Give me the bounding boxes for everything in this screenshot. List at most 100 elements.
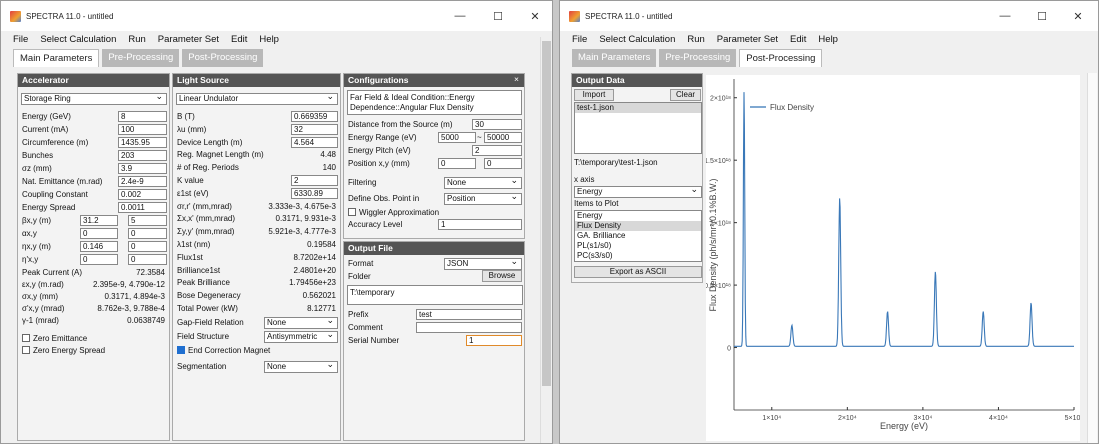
close-icon[interactable]: ✕ <box>1062 1 1094 31</box>
flux-density-chart[interactable]: Flux Density 1×10⁴2×10⁴3×10⁴4×10⁴5×10⁴00… <box>706 75 1080 441</box>
x-axis-select[interactable]: Energy <box>574 184 702 198</box>
menu-edit[interactable]: Edit <box>790 34 806 45</box>
export-ascii-button[interactable]: Export as ASCII <box>574 266 702 278</box>
beta-x-input[interactable]: 31.2 <box>80 215 118 226</box>
light-source-param-input[interactable]: 4.564 <box>291 136 338 148</box>
bunches-label: Bunches <box>22 151 54 160</box>
end-correction-checkbox[interactable] <box>177 346 185 354</box>
gap-field-select[interactable]: None <box>264 315 338 329</box>
etap-y-input[interactable]: 0 <box>128 254 167 265</box>
main-scrollbar[interactable] <box>540 37 552 443</box>
light-source-param-input[interactable]: 6330.89 <box>291 187 338 199</box>
bunches-input[interactable]: 203 <box>118 150 167 161</box>
wiggler-checkbox[interactable] <box>348 208 356 216</box>
menu-edit[interactable]: Edit <box>231 34 247 45</box>
list-item[interactable]: Flux Density <box>575 221 701 231</box>
circumference-input[interactable]: 1435.95 <box>118 137 167 148</box>
eta-x-input[interactable]: 0.146 <box>80 241 118 252</box>
clear-button[interactable]: Clear <box>670 89 701 101</box>
tab-pre-processing[interactable]: Pre-Processing <box>659 49 737 67</box>
energy-pitch-input[interactable]: 2 <box>472 145 522 156</box>
menu-parameter-set[interactable]: Parameter Set <box>158 34 219 45</box>
light-source-param-label: Flux1st <box>177 252 203 262</box>
window-title: SPECTRA 11.0 - untitled <box>585 11 673 21</box>
obs-point-select[interactable]: Position <box>444 191 522 205</box>
menu-run[interactable]: Run <box>687 34 704 45</box>
emittance-input[interactable]: 2.4e-9 <box>118 176 167 187</box>
position-x-input[interactable]: 0 <box>438 158 476 169</box>
list-item[interactable]: PL(s1/s0) <box>575 241 701 251</box>
sigpxy-value: 8.762e-3, 9.788e-4 <box>97 304 165 313</box>
alpha-y-input[interactable]: 0 <box>128 228 167 239</box>
plot-area[interactable]: Flux Density 1×10⁴2×10⁴3×10⁴4×10⁴5×10⁴00… <box>706 75 1080 441</box>
post-scrollbar[interactable] <box>1087 73 1097 443</box>
y-tick-label: 2×10¹⁸ <box>710 96 731 103</box>
close-icon[interactable]: × <box>514 74 519 84</box>
accelerator-type-select[interactable]: Storage Ring <box>21 91 167 105</box>
sigxy-value: 0.3171, 4.894e-3 <box>104 292 166 301</box>
close-icon[interactable]: ✕ <box>519 1 551 31</box>
x-axis-label: Energy (eV) <box>880 421 928 431</box>
tab-main-parameters[interactable]: Main Parameters <box>13 49 100 67</box>
energy-min-input[interactable]: 5000 <box>438 132 476 143</box>
sigpxy-label: σ'x,y (mrad) <box>22 304 65 313</box>
tab-pre-processing[interactable]: Pre-Processing <box>102 49 180 67</box>
field-structure-select[interactable]: Antisymmetric <box>264 329 338 343</box>
prefix-input[interactable]: test <box>416 309 522 320</box>
menu-parameter-set[interactable]: Parameter Set <box>717 34 778 45</box>
menu-help[interactable]: Help <box>818 34 838 45</box>
import-button[interactable]: Import <box>574 89 614 101</box>
energy-range-label: Energy Range (eV) <box>348 133 417 142</box>
serial-number-input[interactable]: 1 <box>466 335 522 346</box>
legend-label: Flux Density <box>770 103 814 112</box>
minimize-icon[interactable]: — <box>444 1 476 31</box>
menu-select-calculation[interactable]: Select Calculation <box>40 34 116 45</box>
etap-x-input[interactable]: 0 <box>80 254 118 265</box>
segmentation-select[interactable]: None <box>264 359 338 373</box>
scroll-thumb[interactable] <box>542 41 551 386</box>
sigz-label: σz (mm) <box>22 164 52 173</box>
tab-post-processing[interactable]: Post-Processing <box>739 49 823 67</box>
menu-file[interactable]: File <box>13 34 28 45</box>
eta-y-input[interactable]: 0 <box>128 241 167 252</box>
items-list[interactable]: Energy Flux Density GA. Brilliance PL(s1… <box>574 210 702 262</box>
comment-input[interactable] <box>416 322 522 333</box>
browse-button[interactable]: Browse <box>482 270 522 282</box>
beta-y-input[interactable]: 5 <box>128 215 167 226</box>
maximize-icon[interactable]: ☐ <box>1026 1 1058 31</box>
menu-run[interactable]: Run <box>128 34 145 45</box>
format-select[interactable]: JSON <box>444 256 522 270</box>
menu-file[interactable]: File <box>572 34 587 45</box>
light-source-param-input[interactable]: 32 <box>291 123 338 135</box>
file-list[interactable]: test-1.json <box>574 102 702 154</box>
alpha-x-input[interactable]: 0 <box>80 228 118 239</box>
current-input[interactable]: 100 <box>118 124 167 135</box>
sigz-input[interactable]: 3.9 <box>118 163 167 174</box>
energy-input[interactable]: 8 <box>118 111 167 122</box>
folder-input[interactable]: T:\temporary <box>347 285 523 305</box>
list-item[interactable]: test-1.json <box>575 103 701 113</box>
menu-select-calculation[interactable]: Select Calculation <box>599 34 675 45</box>
list-item[interactable]: PC(s3/s0) <box>575 251 701 261</box>
menu-help[interactable]: Help <box>259 34 279 45</box>
filtering-select[interactable]: None <box>444 175 522 189</box>
tab-main-parameters[interactable]: Main Parameters <box>572 49 657 67</box>
accelerator-panel: Accelerator Storage Ring Energy (GeV) 8 C… <box>17 73 170 441</box>
accuracy-input[interactable]: 1 <box>438 219 522 230</box>
list-item[interactable]: Energy <box>575 211 701 221</box>
energy-spread-input[interactable]: 0.0011 <box>118 202 167 213</box>
light-source-param-input[interactable]: 2 <box>291 175 338 186</box>
light-source-param-input[interactable]: 0.669359 <box>291 111 338 122</box>
light-source-type-select[interactable]: Linear Undulator <box>176 91 338 105</box>
maximize-icon[interactable]: ☐ <box>482 1 514 31</box>
coupling-input[interactable]: 0.002 <box>118 189 167 200</box>
position-y-input[interactable]: 0 <box>484 158 522 169</box>
light-source-param-label: B (T) <box>177 112 195 121</box>
zero-energy-spread-checkbox[interactable] <box>22 346 30 354</box>
tab-post-processing[interactable]: Post-Processing <box>182 49 264 67</box>
minimize-icon[interactable]: — <box>989 1 1021 31</box>
zero-emittance-checkbox[interactable] <box>22 334 30 342</box>
energy-max-input[interactable]: 50000 <box>484 132 522 143</box>
list-item[interactable]: GA. Brilliance <box>575 231 701 241</box>
distance-input[interactable]: 30 <box>472 119 522 130</box>
